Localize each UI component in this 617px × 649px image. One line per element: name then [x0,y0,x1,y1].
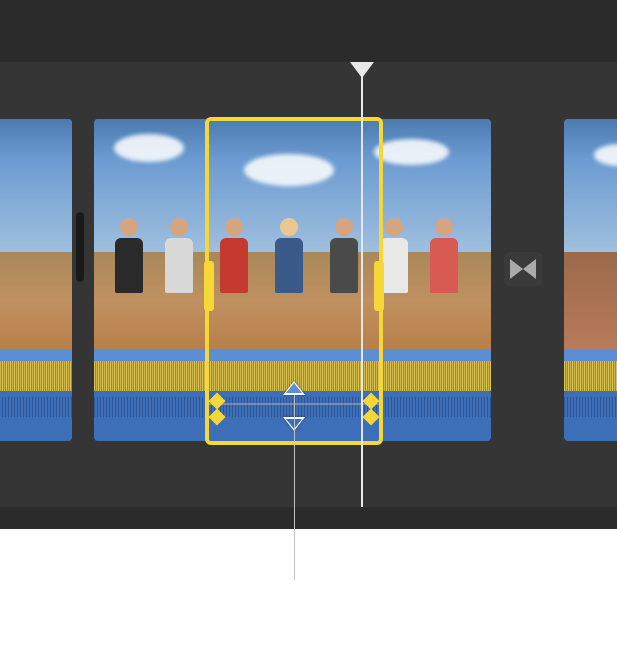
video-clip[interactable] [564,119,617,441]
cross-dissolve-icon [510,259,536,279]
playhead-handle-icon[interactable] [350,62,374,78]
clip-thumbnail [0,119,72,349]
playhead[interactable] [361,62,363,507]
transition-icon[interactable] [504,252,542,286]
clip-audio-track[interactable] [94,349,491,441]
app-toolbar-area [0,0,617,62]
video-clip[interactable] [0,119,72,441]
clip-thumbnail [564,119,617,349]
clip-audio-track[interactable] [0,349,72,441]
callout-line [294,395,295,580]
timeline-footer [0,507,617,529]
clip-audio-track[interactable] [564,349,617,441]
scroll-handle[interactable] [76,212,84,282]
video-clip[interactable] [94,119,491,441]
timeline[interactable] [0,62,617,507]
clip-thumbnail [94,119,491,349]
